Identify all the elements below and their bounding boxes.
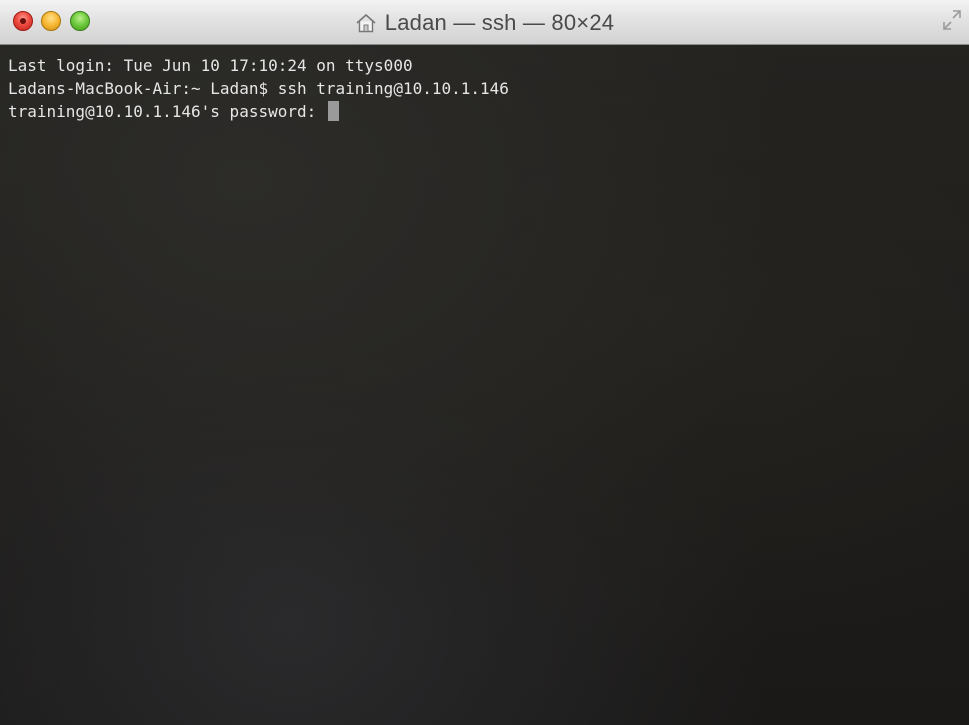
terminal-line-password-prompt[interactable]: training@10.10.1.146's password: (8, 100, 969, 123)
title-bar[interactable]: Ladan — ssh — 80×24 (0, 0, 969, 45)
terminal-line-last-login: Last login: Tue Jun 10 17:10:24 on ttys0… (8, 56, 413, 75)
terminal-line-ssh-command: Ladans-MacBook-Air:~ Ladan$ ssh training… (8, 79, 509, 98)
text-cursor (327, 101, 339, 121)
password-prompt-text: training@10.10.1.146's password: (8, 102, 326, 121)
home-icon (356, 13, 376, 32)
terminal-window: Ladan — ssh — 80×24 Last login: Tue Jun … (0, 0, 969, 725)
window-title: Ladan — ssh — 80×24 (384, 9, 615, 35)
window-title-container: Ladan — ssh — 80×24 (0, 0, 969, 45)
fullscreen-icon[interactable] (941, 7, 963, 33)
terminal-content[interactable]: Last login: Tue Jun 10 17:10:24 on ttys0… (0, 45, 969, 725)
